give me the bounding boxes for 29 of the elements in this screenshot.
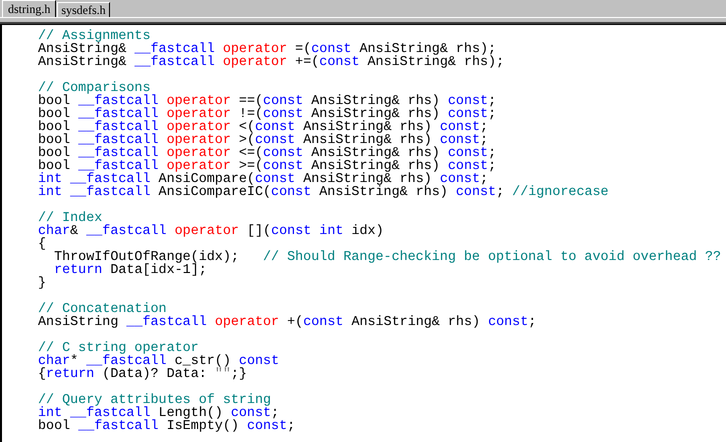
- code-line: // C string operator: [38, 342, 199, 355]
- code-line: {return (Data)? Data: "";}: [38, 368, 247, 381]
- code-line: return Data[idx-1];: [53, 264, 207, 277]
- code-line: {: [38, 238, 46, 251]
- code-line: bool __fastcall operator ==(const AnsiString& rhs) const;: [38, 95, 496, 108]
- code-line: bool __fastcall operator !=(const AnsiString& rhs) const;: [38, 108, 496, 121]
- code-line: // Query attributes of string: [38, 394, 272, 407]
- code-editor[interactable]: [0, 24, 726, 442]
- code-line: // Comparisons: [38, 82, 150, 95]
- code-line: }: [38, 277, 46, 290]
- code-line: AnsiString& __fastcall operator =(const AnsiString& rhs);: [38, 43, 496, 56]
- code-line: // Index: [38, 212, 102, 225]
- code-line: char& __fastcall operator [](const int idx): [38, 225, 384, 238]
- code-line: // Assignments: [38, 30, 150, 43]
- code-line: bool __fastcall operator >=(const AnsiString& rhs) const;: [38, 160, 496, 173]
- code-line: ThrowIfOutOfRange(idx); // Should Range-checking be optional to avoid overhead ??: [53, 251, 722, 264]
- code-line: bool __fastcall operator <=(const AnsiString& rhs) const;: [38, 147, 496, 160]
- code-line: char* __fastcall c_str() const: [38, 355, 280, 368]
- code-line: int __fastcall AnsiCompare(const AnsiString& rhs) const;: [38, 173, 488, 186]
- code-line: bool __fastcall operator <(const AnsiString& rhs) const;: [38, 121, 488, 134]
- file-tab[interactable]: sysdefs.h: [57, 2, 110, 17]
- code-line: // Concatenation: [38, 303, 167, 316]
- file-tab[interactable]: dstring.h: [2, 0, 56, 17]
- code-line: int __fastcall AnsiCompareIC(const AnsiString& rhs) const; //ignorecase: [38, 186, 609, 199]
- code-line: bool __fastcall IsEmpty() const;: [38, 420, 296, 433]
- code-line: AnsiString __fastcall operator +(const AnsiString& rhs) const;: [38, 316, 536, 329]
- code-line: bool __fastcall operator >(const AnsiString& rhs) const;: [38, 134, 488, 147]
- code-line: AnsiString& __fastcall operator +=(const AnsiString& rhs);: [38, 56, 504, 69]
- code-line: int __fastcall Length() const;: [38, 407, 280, 420]
